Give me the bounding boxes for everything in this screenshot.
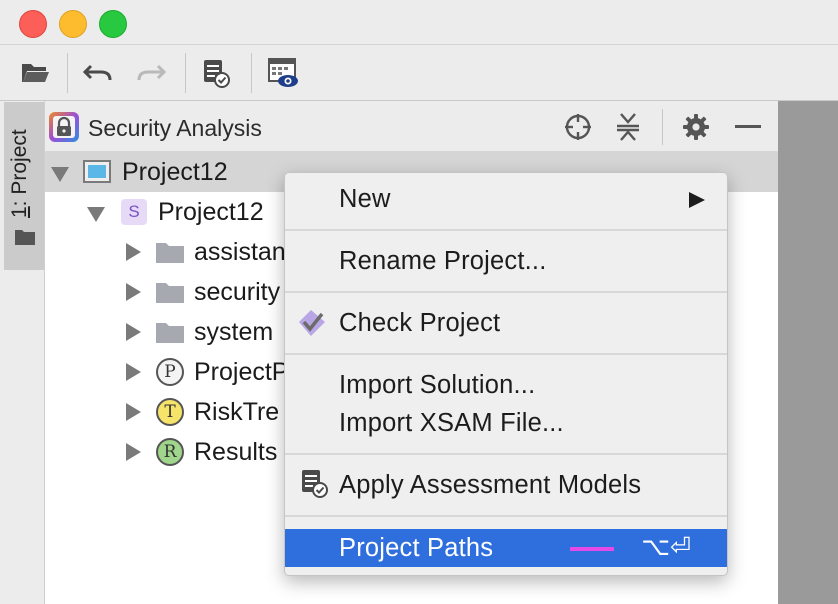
toolbar-separator	[251, 53, 252, 93]
menu-item-label: Import XSAM File...	[339, 409, 564, 437]
minimize-icon	[735, 125, 761, 128]
window-titlebar	[0, 0, 838, 45]
menu-item-import-solution[interactable]: Import Solution...	[285, 366, 727, 404]
apply-models-icon	[302, 470, 328, 498]
expand-toggle-icon[interactable]	[126, 243, 141, 261]
menu-separator	[285, 453, 727, 455]
expand-toggle-icon[interactable]	[126, 363, 141, 381]
folder-icon	[15, 230, 35, 245]
undo-button[interactable]	[78, 53, 118, 93]
calendar-view-button[interactable]	[263, 53, 303, 93]
expand-toggle-icon[interactable]	[51, 167, 69, 182]
folder-icon	[156, 323, 184, 343]
editor-area	[778, 101, 838, 604]
menu-item-apply-assessment-models[interactable]: Apply Assessment Models	[285, 466, 727, 504]
context-menu: New Rename Project... Check Project Impo…	[284, 172, 728, 576]
submenu-arrow-icon	[689, 192, 705, 208]
redo-button[interactable]	[131, 53, 171, 93]
expand-toggle-icon[interactable]	[87, 207, 105, 222]
close-window-button[interactable]	[19, 10, 47, 38]
menu-item-label: Rename Project...	[339, 247, 547, 275]
gear-icon	[683, 114, 709, 140]
locate-icon	[565, 114, 591, 140]
toolbar-separator	[185, 53, 186, 93]
menu-item-rename-project[interactable]: Rename Project...	[285, 242, 727, 280]
menu-item-project-paths[interactable]: Project Paths ⌥⏎	[285, 529, 727, 567]
menu-item-label: Project Paths	[339, 534, 494, 562]
security-lock-icon	[49, 112, 79, 142]
minimize-window-button[interactable]	[59, 10, 87, 38]
t-badge-icon: T	[156, 398, 184, 426]
undo-icon	[83, 64, 112, 81]
open-folder-button[interactable]	[15, 53, 55, 93]
project-tab-label: 1: Project	[8, 129, 31, 218]
toolbar-separator	[67, 53, 68, 93]
apply-models-icon	[204, 60, 230, 88]
tree-item-label: RiskTre	[194, 398, 280, 426]
shortcut-hint: ⌥⏎	[641, 532, 691, 561]
expand-toggle-icon[interactable]	[126, 323, 141, 341]
folder-icon	[156, 243, 184, 263]
expand-toggle-icon[interactable]	[126, 403, 141, 421]
check-project-icon	[299, 310, 325, 336]
tree-root-label: Project12	[122, 158, 228, 186]
p-badge-icon: P	[156, 358, 184, 386]
maximize-window-button[interactable]	[99, 10, 127, 38]
menu-separator	[285, 229, 727, 231]
solution-badge-icon: S	[121, 199, 147, 225]
folder-icon	[156, 283, 184, 303]
open-folder-icon	[22, 64, 49, 82]
settings-button[interactable]	[679, 110, 713, 144]
menu-item-label: Check Project	[339, 309, 501, 337]
collapse-all-icon	[617, 113, 639, 141]
tree-item-label: ProjectP	[194, 358, 289, 386]
r-badge-icon: R	[156, 438, 184, 466]
tree-item-label: Results	[194, 438, 278, 466]
menu-separator	[285, 291, 727, 293]
tree-item-label: security	[194, 278, 281, 306]
locate-button[interactable]	[561, 110, 595, 144]
apply-models-toolbar-button[interactable]	[196, 53, 236, 93]
main-toolbar	[0, 45, 838, 101]
header-separator	[662, 109, 663, 145]
menu-item-label: Apply Assessment Models	[339, 471, 642, 499]
tree-item-label: assistan	[194, 238, 286, 266]
panel-header: Security Analysis	[45, 101, 778, 152]
collapse-all-button[interactable]	[611, 110, 645, 144]
minimize-panel-button[interactable]	[731, 110, 765, 144]
menu-item-check-project[interactable]: Check Project	[285, 304, 727, 342]
menu-item-label: Import Solution...	[339, 371, 536, 399]
menu-separator	[285, 515, 727, 517]
tree-solution-label: Project12	[158, 198, 264, 226]
expand-toggle-icon[interactable]	[126, 283, 141, 301]
menu-item-import-xsam[interactable]: Import XSAM File...	[285, 404, 727, 442]
project-module-icon	[83, 160, 111, 183]
menu-separator	[285, 353, 727, 355]
annotation-marker	[570, 547, 614, 551]
calendar-view-icon	[268, 58, 298, 87]
expand-toggle-icon[interactable]	[126, 443, 141, 461]
menu-item-new[interactable]: New	[285, 180, 727, 218]
panel-title: Security Analysis	[88, 115, 262, 141]
redo-icon	[137, 64, 166, 81]
menu-item-label: New	[339, 185, 391, 213]
tree-item-label: system	[194, 318, 274, 346]
